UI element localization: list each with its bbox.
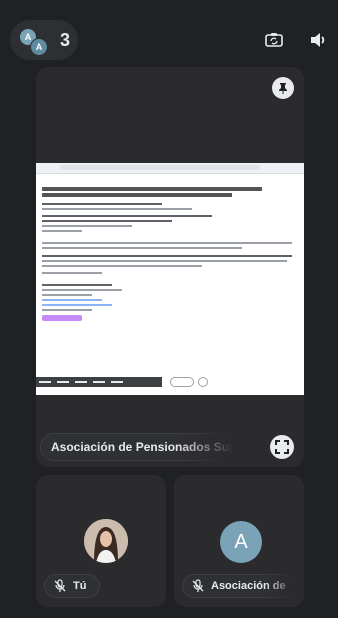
- avatar: A: [220, 521, 262, 563]
- avatar: [84, 519, 128, 563]
- shared-email-subject: [42, 193, 232, 197]
- shared-email-toolbar: [36, 174, 304, 183]
- shared-email-line: [42, 294, 92, 296]
- shared-search-bar: [60, 165, 260, 170]
- shared-email-line: [42, 203, 162, 205]
- shared-email-signature: [42, 315, 82, 321]
- pin-icon: [279, 83, 287, 94]
- participant-tile-you[interactable]: Tú: [36, 475, 166, 607]
- mic-off-icon: [54, 579, 66, 592]
- shared-email-line: [42, 265, 202, 267]
- presentation-tile[interactable]: Asociación de Pensionados Sup: [36, 67, 304, 467]
- participant-name: Asociación de: [211, 580, 286, 592]
- shared-email-line: [42, 247, 242, 249]
- shared-email-line: [42, 220, 172, 222]
- participant-name: Tú: [73, 580, 87, 592]
- fullscreen-button[interactable]: [270, 435, 294, 459]
- shared-taskbar: [36, 377, 162, 387]
- top-bar: A A 3: [0, 0, 338, 64]
- shared-email-line: [42, 309, 92, 311]
- shared-email-line: [42, 242, 292, 244]
- participants-button[interactable]: A A 3: [10, 20, 78, 60]
- participant-count: 3: [60, 29, 71, 50]
- shared-email-line: [42, 255, 292, 257]
- shared-reply-button: [170, 377, 194, 387]
- shared-email-line: [42, 215, 212, 217]
- shared-browser-tabbar: [36, 163, 304, 174]
- shared-emoji-button: [198, 377, 208, 387]
- shared-email-line: [42, 284, 112, 286]
- shared-email-line: [42, 260, 287, 262]
- shared-email-line: [42, 289, 122, 291]
- shared-email-line: [42, 304, 112, 306]
- pin-button[interactable]: [272, 77, 294, 99]
- shared-email-line: [42, 272, 102, 274]
- shared-email-line: [42, 299, 102, 301]
- shared-email-line: [42, 225, 132, 227]
- shared-screen-content: [36, 163, 304, 395]
- mic-off-icon: [192, 579, 204, 592]
- participant-tile-asociacion[interactable]: A Asociación de: [174, 475, 304, 607]
- shared-email-line: [42, 208, 192, 210]
- switch-camera-icon[interactable]: [264, 30, 284, 50]
- shared-email-subject: [42, 187, 262, 191]
- participant-name-label: Asociación de: [182, 574, 296, 598]
- speaker-icon[interactable]: [308, 30, 328, 50]
- fullscreen-icon: [275, 440, 289, 454]
- participant-avatar-stack: A A: [16, 23, 50, 57]
- presenter-name-label: Asociación de Pensionados Sup: [40, 433, 234, 461]
- participant-name-label: Tú: [44, 574, 100, 598]
- shared-email-line: [42, 230, 82, 232]
- participant-avatar: A: [30, 38, 48, 56]
